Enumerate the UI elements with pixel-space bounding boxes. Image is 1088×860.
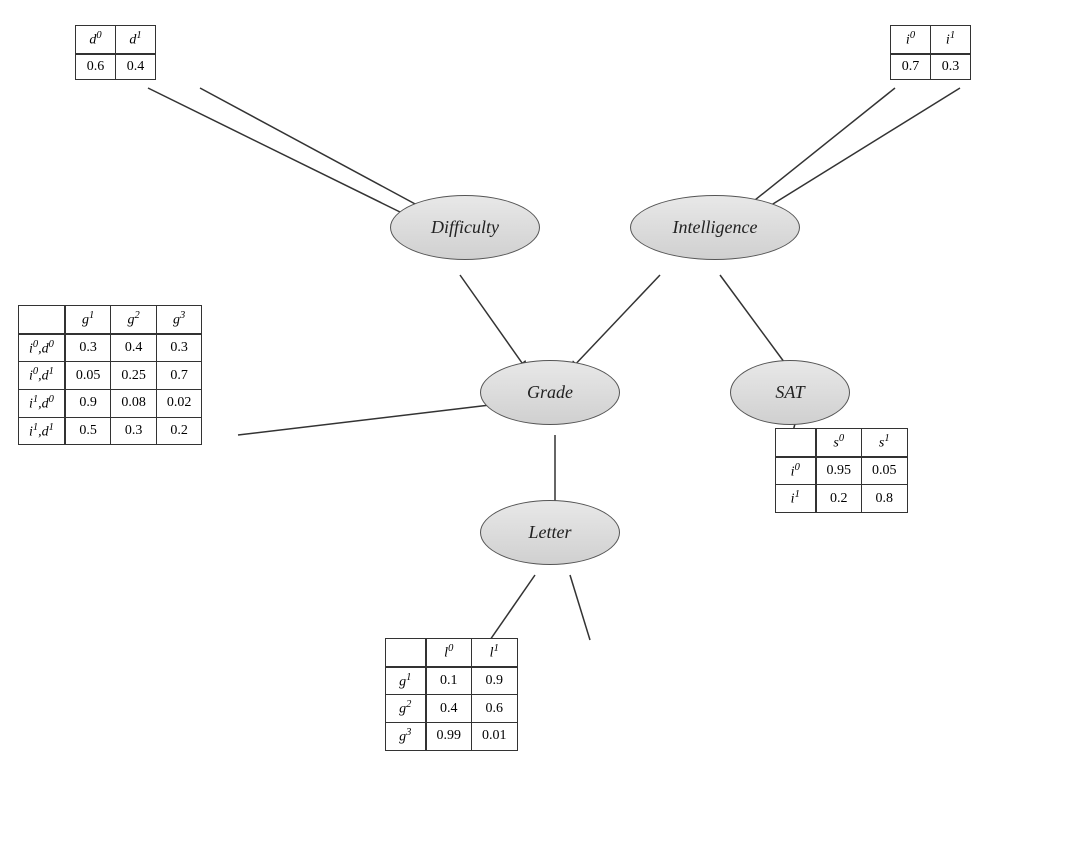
sat-label: SAT — [775, 382, 804, 403]
grade-col-g3: g3 — [156, 306, 202, 334]
grade-row-i1d1: i1,d1 — [19, 417, 65, 445]
grade-label: Grade — [527, 382, 573, 403]
diagram-container: Difficulty Intelligence Grade SAT Letter… — [0, 0, 1088, 860]
letter-table: l0 l1 g1 0.1 0.9 g2 0.4 0.6 g3 0.99 0.01 — [385, 638, 518, 751]
diff-val-d1: 0.4 — [116, 54, 156, 80]
intel-col-i0: i0 — [891, 26, 931, 54]
intel-col-i1: i1 — [931, 26, 971, 54]
difficulty-table: d0 d1 0.6 0.4 — [75, 25, 156, 80]
letter-col-l1: l1 — [472, 639, 518, 667]
grade-node: Grade — [480, 360, 620, 425]
letter-row-g2: g2 — [386, 695, 426, 723]
sat-table: s0 s1 i0 0.95 0.05 i1 0.2 0.8 — [775, 428, 908, 513]
grade-row-i0d0: i0,d0 — [19, 334, 65, 362]
sat-row-i1: i1 — [776, 485, 816, 513]
sat-row-i0: i0 — [776, 457, 816, 485]
letter-row-g1: g1 — [386, 667, 426, 695]
difficulty-node: Difficulty — [390, 195, 540, 260]
intelligence-node: Intelligence — [630, 195, 800, 260]
letter-node: Letter — [480, 500, 620, 565]
sat-col-s0: s0 — [816, 429, 862, 457]
letter-label: Letter — [529, 522, 572, 543]
grade-header-blank — [19, 306, 65, 334]
sat-header-blank — [776, 429, 816, 457]
intel-val-i1: 0.3 — [931, 54, 971, 80]
grade-row-i0d1: i0,d1 — [19, 362, 65, 390]
sat-col-s1: s1 — [862, 429, 908, 457]
diff-col-d0: d0 — [76, 26, 116, 54]
grade-table: g1 g2 g3 i0,d0 0.3 0.4 0.3 i0,d1 0.05 0.… — [18, 305, 202, 445]
intelligence-label: Intelligence — [673, 217, 758, 238]
letter-header-blank — [386, 639, 426, 667]
letter-col-l0: l0 — [426, 639, 472, 667]
grade-row-i1d0: i1,d0 — [19, 389, 65, 417]
intel-val-i0: 0.7 — [891, 54, 931, 80]
diff-col-d1: d1 — [116, 26, 156, 54]
letter-row-g3: g3 — [386, 722, 426, 750]
difficulty-label: Difficulty — [431, 217, 499, 238]
diff-val-d0: 0.6 — [76, 54, 116, 80]
grade-col-g2: g2 — [111, 306, 157, 334]
intelligence-table: i0 i1 0.7 0.3 — [890, 25, 971, 80]
sat-node: SAT — [730, 360, 850, 425]
grade-col-g1: g1 — [65, 306, 111, 334]
